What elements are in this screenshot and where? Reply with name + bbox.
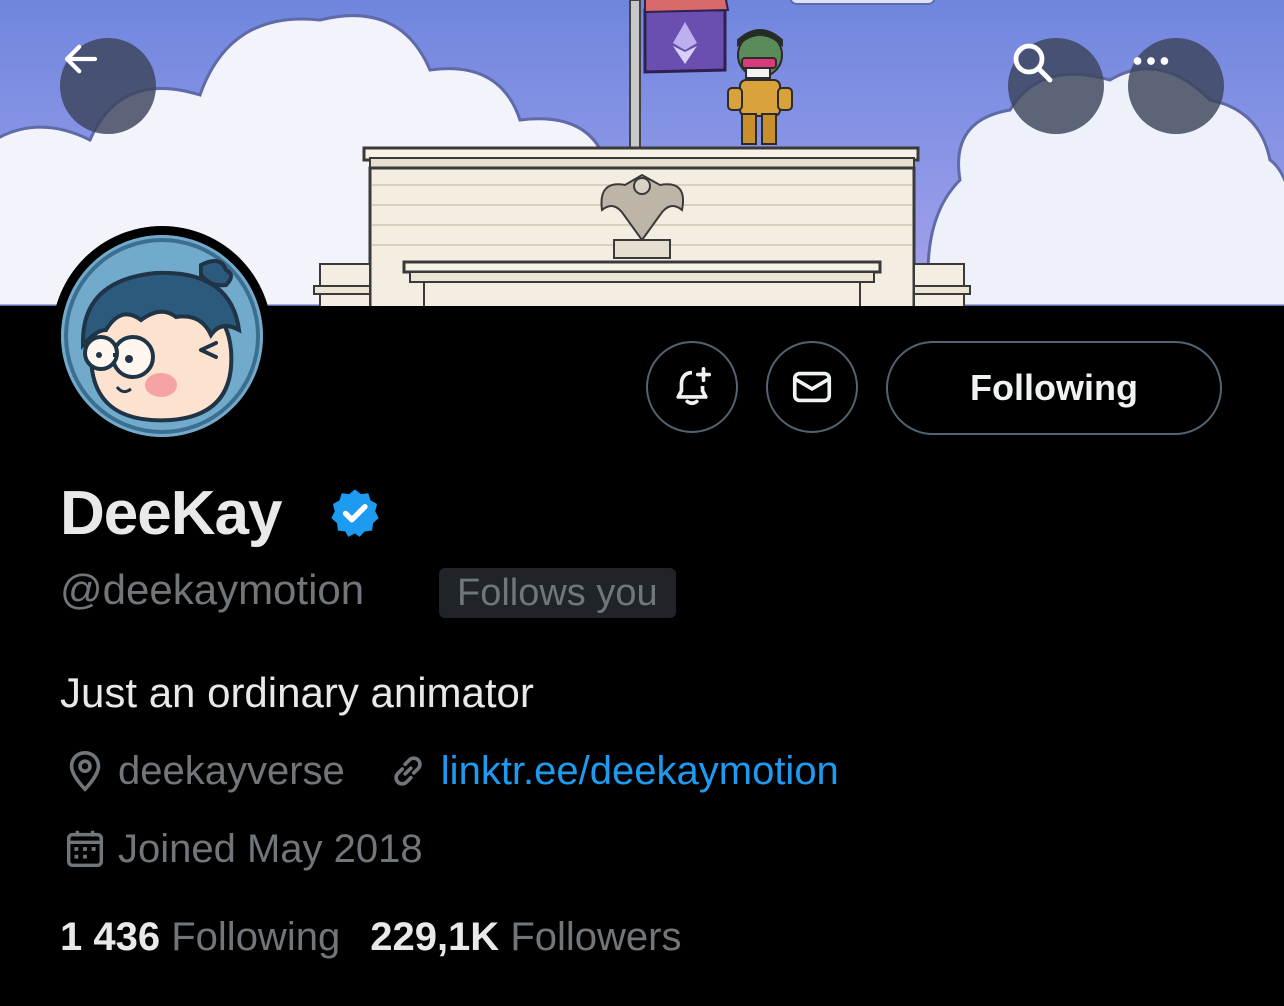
profile-joined-date: Joined May 2018: [118, 827, 423, 871]
followers-label: Followers: [510, 915, 682, 959]
profile-joined-row: Joined May 2018: [62, 824, 423, 874]
profile-website-link[interactable]: linktr.ee/deekaymotion: [441, 746, 839, 796]
message-button[interactable]: [766, 341, 858, 433]
avatar-illustration: [61, 235, 263, 437]
more-options-button[interactable]: [1128, 38, 1224, 134]
following-count-link[interactable]: 1 436 Following: [60, 912, 340, 962]
display-name: DeeKay: [60, 479, 282, 548]
followers-count-link[interactable]: 229,1K Followers: [370, 912, 681, 962]
profile-stats: 1 436 Following 229,1K Followers: [60, 912, 711, 962]
profile-bio: Just an ordinary animator: [60, 669, 534, 716]
arrow-left-icon: [64, 44, 98, 74]
search-icon: [1013, 43, 1053, 83]
following-count: 1 436: [60, 915, 161, 959]
profile-meta-row: deekayverse linktr.ee/deekaymotion: [62, 746, 839, 796]
calendar-icon: [66, 830, 104, 868]
following-button[interactable]: Following: [886, 341, 1222, 435]
location-pin-icon: [69, 750, 101, 792]
link-icon: [394, 756, 422, 786]
profile-handle: @deekaymotion: [60, 566, 365, 613]
envelope-icon: [792, 371, 832, 403]
avatar-image: [61, 235, 263, 437]
following-label: Following: [171, 915, 341, 959]
profile-avatar[interactable]: [52, 226, 272, 446]
profile-location: deekayverse: [118, 749, 345, 793]
search-button[interactable]: [1008, 38, 1104, 134]
back-button[interactable]: [60, 38, 156, 134]
followers-count: 229,1K: [370, 915, 500, 959]
bell-plus-icon: [676, 366, 712, 406]
follows-you-badge: Follows you: [439, 568, 676, 618]
notifications-button[interactable]: [646, 341, 738, 433]
more-horizontal-icon: [1133, 57, 1169, 65]
verified-badge-icon[interactable]: [328, 486, 382, 540]
